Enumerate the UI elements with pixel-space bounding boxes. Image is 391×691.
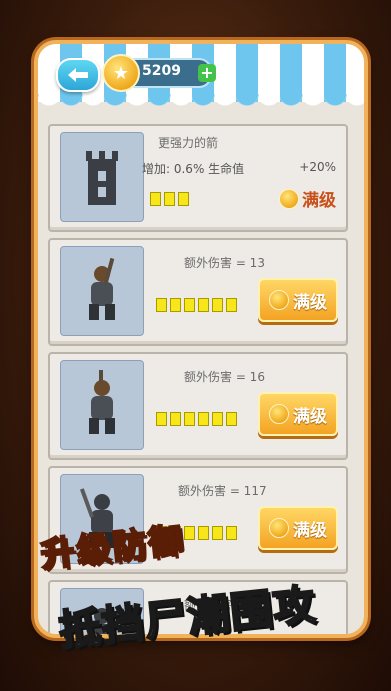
level-pip — [170, 412, 181, 426]
level-pip — [184, 412, 195, 426]
coin-icon — [269, 404, 289, 424]
back-arrow-icon — [68, 68, 88, 82]
level-pip — [212, 412, 223, 426]
level-pip — [170, 298, 181, 312]
coin-icon — [279, 188, 299, 209]
soldier-icon — [89, 370, 115, 434]
level-pip — [226, 298, 237, 312]
card-description: 额外伤害 = 16 — [184, 370, 265, 384]
tower-icon — [86, 151, 118, 205]
add-coins-button[interactable]: + — [198, 64, 216, 82]
level-pip — [198, 526, 209, 540]
card-description: 额外伤害 = 13 — [184, 256, 265, 270]
maxed-label: 满级 — [279, 186, 336, 211]
level-pip — [156, 298, 167, 312]
level-pip — [198, 298, 209, 312]
level-pip — [156, 412, 167, 426]
upgrade-card: 额外伤害 = 13 满级 — [48, 238, 348, 346]
level-pips — [156, 412, 237, 426]
max-level-button[interactable]: 满级 — [258, 278, 338, 322]
level-pip — [198, 412, 209, 426]
card-description: 额外伤害 = 117 — [178, 484, 267, 498]
coin-star-icon: ★ — [102, 54, 140, 92]
max-level-label: 满级 — [293, 292, 327, 313]
awning-scallop-blue — [38, 94, 364, 112]
tower-thumbnail — [60, 132, 144, 222]
level-pips — [156, 298, 237, 312]
level-pips — [150, 192, 189, 206]
level-pip — [212, 298, 223, 312]
max-level-button[interactable]: 满级 — [258, 506, 338, 550]
max-level-label: 满级 — [293, 520, 327, 541]
level-pip — [150, 192, 161, 206]
maxed-text: 满级 — [302, 191, 336, 211]
level-pip — [226, 526, 237, 540]
coin-icon — [269, 518, 289, 538]
coin-icon — [269, 290, 289, 310]
level-pip — [212, 526, 223, 540]
level-pip — [226, 412, 237, 426]
level-pip — [184, 526, 195, 540]
soldier-thumbnail — [60, 360, 144, 450]
card-bonus: +20% — [299, 160, 336, 174]
level-pip — [178, 192, 189, 206]
soldier-thumbnail — [60, 246, 144, 336]
upgrade-card: 额外伤害 = 16 满级 — [48, 352, 348, 460]
level-pip — [184, 298, 195, 312]
card-title: 更强力的箭 — [158, 136, 219, 150]
card-description: 增加: 0.6% 生命值 — [142, 162, 245, 176]
upgrade-card: 更强力的箭 增加: 0.6% 生命值 +20% 满级 — [48, 124, 348, 232]
level-pip — [164, 192, 175, 206]
max-level-button[interactable]: 满级 — [258, 392, 338, 436]
coin-counter: ★ 5209 + — [102, 54, 216, 92]
max-level-label: 满级 — [293, 406, 327, 427]
soldier-icon — [89, 257, 115, 320]
back-button[interactable] — [56, 58, 100, 92]
coin-value: 5209 — [142, 63, 181, 79]
